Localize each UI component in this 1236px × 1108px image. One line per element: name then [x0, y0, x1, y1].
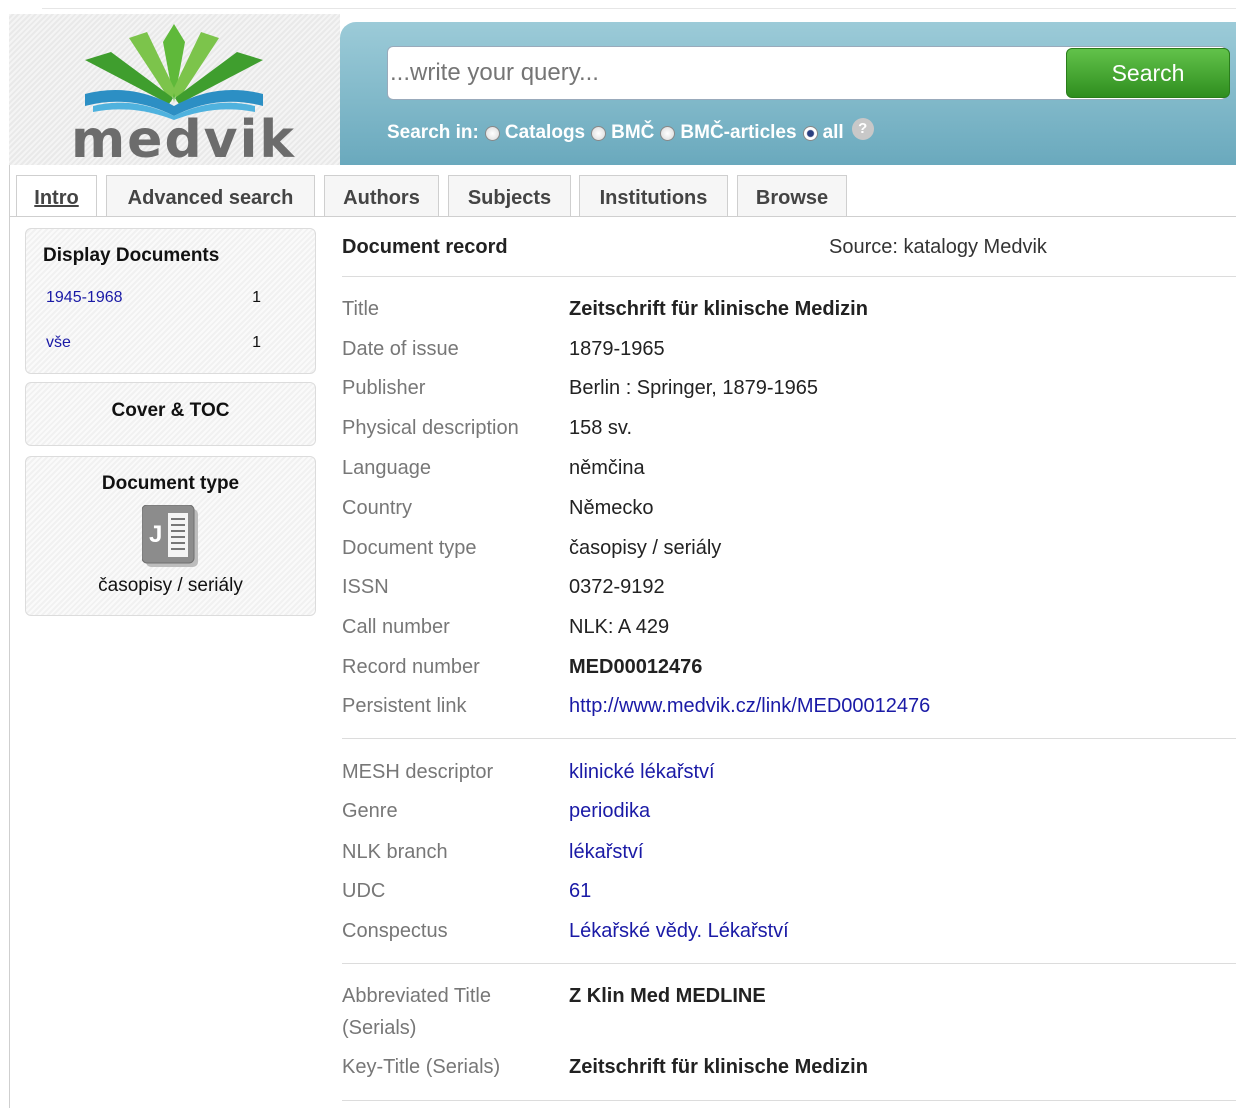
- document-type-panel: Document type J časopisy / seriály: [25, 456, 316, 616]
- option-bmc-label: BMČ: [611, 122, 655, 143]
- journal-icon-letter: J: [149, 521, 163, 548]
- tab-baseline: [9, 216, 1236, 217]
- udc-link[interactable]: 61: [569, 875, 591, 907]
- persistent-link[interactable]: http://www.medvik.cz/link/MED00012476: [569, 690, 930, 722]
- option-catalogs-label: Catalogs: [504, 122, 586, 143]
- document-type-value: časopisy / seriály: [98, 575, 243, 596]
- field-value: NLK: A 429: [569, 616, 670, 638]
- facet-count: 1: [252, 334, 261, 351]
- top-rule: [42, 8, 1236, 9]
- help-icon[interactable]: ?: [851, 118, 874, 140]
- option-bmc[interactable]: BMČ: [591, 122, 654, 144]
- search-button[interactable]: Search: [1066, 48, 1230, 98]
- field-label: Date of issue: [342, 338, 459, 360]
- field-label: MESH descriptor: [342, 761, 494, 783]
- field-value: MED00012476: [569, 656, 703, 678]
- document-type-title: Document type: [101, 473, 240, 494]
- option-all-label: all: [822, 122, 844, 143]
- tab-authors[interactable]: Authors: [324, 175, 439, 216]
- record-source: Source: katalogy Medvik: [829, 236, 1047, 258]
- tab-institutions[interactable]: Institutions: [579, 175, 728, 216]
- search-in-options: Search in: Catalogs BMČ BMČ-articles all…: [387, 118, 874, 144]
- radio-bmc[interactable]: [591, 125, 607, 141]
- field-label: UDC: [342, 880, 386, 902]
- field-value: Z Klin Med MEDLINE: [569, 985, 766, 1007]
- field-label: Conspectus: [342, 920, 448, 942]
- field-label: Language: [342, 457, 431, 479]
- search-area: Search Search in: Catalogs BMČ BMČ-artic…: [340, 22, 1236, 165]
- facet-row[interactable]: vše 1: [46, 334, 261, 352]
- radio-catalogs[interactable]: [484, 125, 500, 141]
- field-label: Genre: [342, 800, 398, 822]
- radio-all[interactable]: [802, 125, 818, 141]
- medvik-logo-icon: [85, 24, 263, 120]
- field-value: Zeitschrift für klinische Medizin: [569, 298, 868, 320]
- field-value: Berlin : Springer, 1879-1965: [569, 377, 819, 399]
- logo-text: medvik: [71, 110, 296, 170]
- tab-subjects[interactable]: Subjects: [448, 175, 571, 216]
- field-label: Physical description: [342, 417, 519, 439]
- option-catalogs[interactable]: Catalogs: [484, 122, 586, 144]
- option-bmc-articles-label: BMČ-articles: [680, 122, 797, 143]
- field-value: Německo: [569, 497, 654, 519]
- facet-link-1945-1968[interactable]: 1945-1968: [46, 289, 123, 306]
- tab-intro[interactable]: Intro: [16, 175, 97, 216]
- genre-link[interactable]: periodika: [569, 795, 650, 827]
- search-in-label: Search in:: [387, 122, 479, 143]
- field-label: Document type: [342, 537, 477, 559]
- section-divider: [342, 1100, 1236, 1101]
- radio-bmc-articles[interactable]: [660, 125, 676, 141]
- field-abbreviated-title: Abbreviated Title (Serials) Z Klin Med M…: [342, 980, 1236, 1044]
- facet-row[interactable]: 1945-1968 1: [46, 289, 261, 307]
- facet-count: 1: [252, 289, 261, 306]
- left-rule: [9, 165, 10, 1108]
- field-label: Abbreviated Title (Serials): [342, 980, 552, 1044]
- field-label: Title: [342, 298, 380, 320]
- field-label: Call number: [342, 616, 450, 638]
- display-documents-panel: Display Documents 1945-1968 1 vše 1: [25, 228, 316, 374]
- logo-area[interactable]: medvik: [9, 14, 340, 170]
- field-label: Key-Title (Serials): [342, 1056, 501, 1078]
- conspectus-link[interactable]: Lékařské vědy. Lékařství: [569, 915, 789, 947]
- mesh-descriptor-link[interactable]: klinické lékařství: [569, 756, 715, 788]
- display-documents-title: Display Documents: [43, 245, 220, 266]
- tab-browse[interactable]: Browse: [737, 175, 847, 216]
- facet-link-vse[interactable]: vše: [46, 334, 71, 351]
- tab-advanced-search[interactable]: Advanced search: [106, 175, 315, 216]
- record-heading: Document record: [342, 236, 508, 258]
- option-bmc-articles[interactable]: BMČ-articles: [660, 122, 797, 144]
- field-label: Publisher: [342, 377, 426, 399]
- field-value: 158 sv.: [569, 417, 632, 439]
- field-label: NLK branch: [342, 841, 448, 863]
- field-label-line: (Serials): [342, 1017, 417, 1039]
- option-all[interactable]: all: [802, 122, 844, 144]
- cover-toc-title: Cover & TOC: [111, 400, 230, 421]
- section-divider: [342, 963, 1236, 964]
- field-label-line: Abbreviated Title: [342, 985, 491, 1007]
- field-label: ISSN: [342, 576, 389, 598]
- field-label: Country: [342, 497, 413, 519]
- field-value: 1879-1965: [569, 338, 665, 360]
- journal-type-icon: J: [141, 504, 200, 567]
- field-value: 0372-9192: [569, 576, 665, 598]
- field-label: Record number: [342, 656, 480, 678]
- field-value: Zeitschrift für klinische Medizin: [569, 1056, 868, 1078]
- field-value: němčina: [569, 457, 645, 479]
- cover-toc-panel[interactable]: Cover & TOC: [25, 382, 316, 446]
- field-value: časopisy / seriály: [569, 537, 722, 559]
- field-label: Persistent link: [342, 695, 467, 717]
- nlk-branch-link[interactable]: lékařství: [569, 836, 643, 868]
- record-header: Document record Source: katalogy Medvik: [342, 236, 1236, 277]
- section-divider: [342, 738, 1236, 739]
